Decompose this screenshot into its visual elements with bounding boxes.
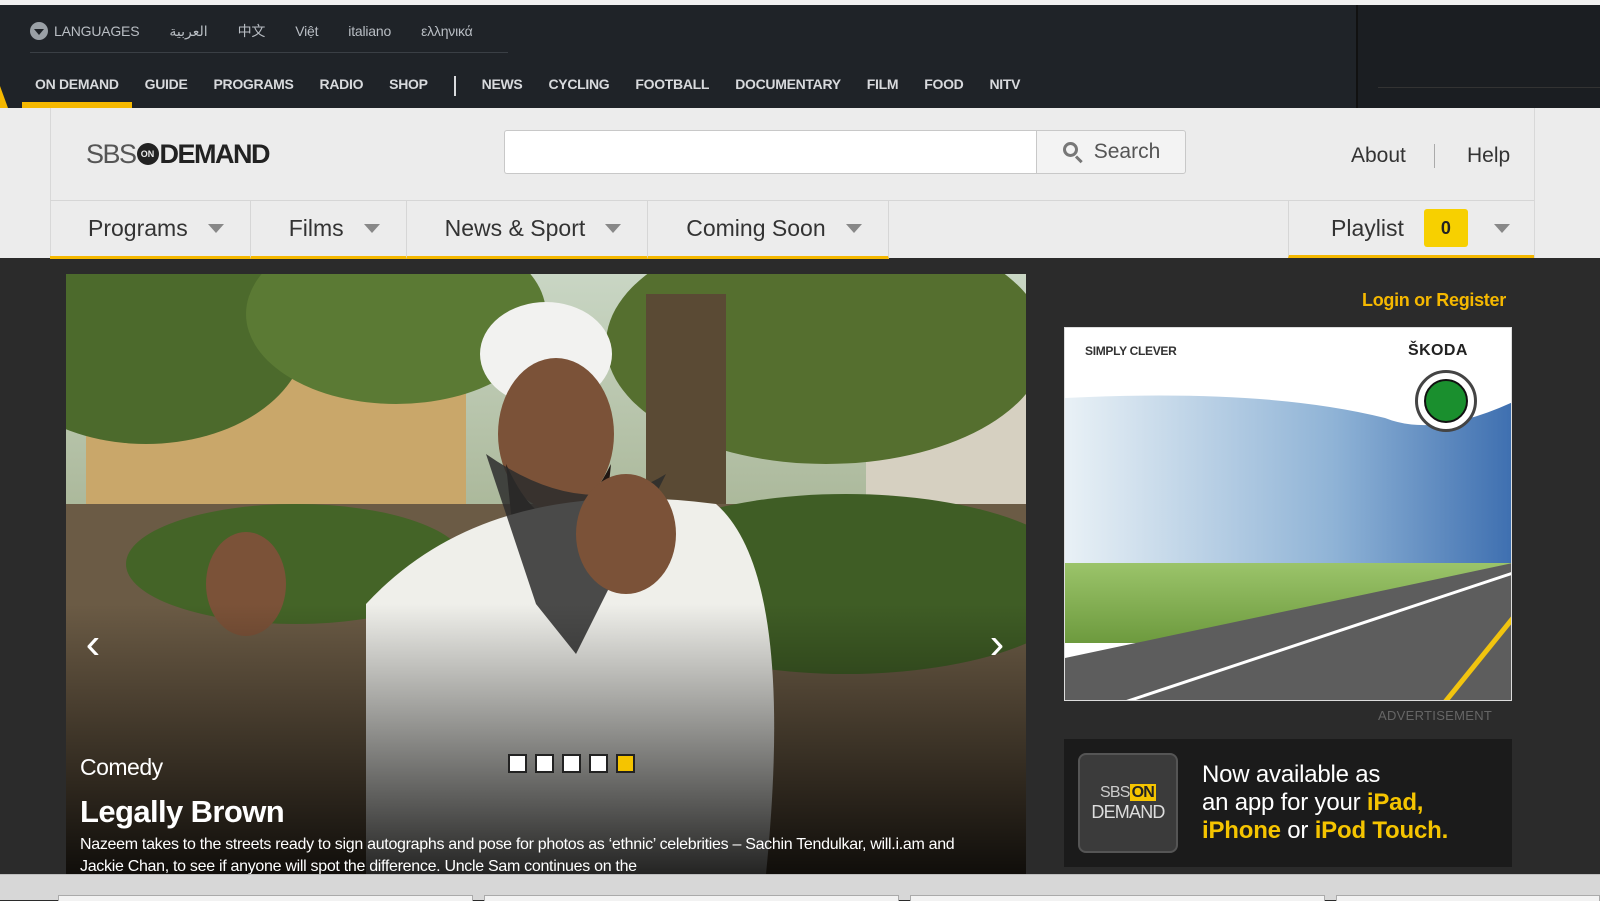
carousel-dot[interactable] bbox=[508, 754, 527, 773]
nav-food[interactable]: FOOD bbox=[911, 66, 976, 108]
top-bar-rule bbox=[1378, 87, 1600, 88]
main-nav: ON DEMAND GUIDE PROGRAMS RADIO SHOP NEWS… bbox=[22, 66, 1033, 108]
tab-coming-soon-label: Coming Soon bbox=[686, 215, 826, 241]
carousel-dots bbox=[508, 754, 635, 773]
carousel-dot[interactable] bbox=[589, 754, 608, 773]
sbs-on-demand-logo[interactable]: SBS ON DEMAND bbox=[86, 138, 271, 170]
nav-guide[interactable]: GUIDE bbox=[132, 66, 201, 108]
languages-divider bbox=[30, 52, 508, 53]
chevron-down-icon bbox=[363, 224, 380, 233]
tab-coming-soon[interactable]: Coming Soon bbox=[648, 201, 889, 259]
carousel-next-icon[interactable]: › bbox=[982, 622, 1012, 666]
nav-on-demand[interactable]: ON DEMAND bbox=[22, 66, 132, 108]
language-arabic[interactable]: العربية bbox=[169, 23, 207, 40]
nav-documentary[interactable]: DOCUMENTARY bbox=[722, 66, 854, 108]
nav-divider bbox=[453, 76, 456, 96]
app-promo-iphone: iPhone bbox=[1202, 817, 1281, 844]
advertisement-banner[interactable]: SIMPLY CLEVER ŠKODA bbox=[1064, 327, 1512, 701]
carousel-dot-active[interactable] bbox=[616, 754, 635, 773]
chevron-down-icon bbox=[845, 224, 862, 233]
nav-shop[interactable]: SHOP bbox=[376, 66, 440, 108]
skoda-logo-icon bbox=[1415, 370, 1477, 432]
bottom-panel[interactable] bbox=[484, 895, 899, 901]
header-right-rule bbox=[1534, 108, 1535, 258]
app-icon-sbs: SBS bbox=[1099, 783, 1130, 801]
language-greek[interactable]: ελληνικά bbox=[421, 23, 473, 39]
hero-description: Nazeem takes to the streets ready to sig… bbox=[80, 836, 955, 874]
logo-sbs-text: SBS bbox=[86, 138, 137, 169]
app-promo-line1: Now available as bbox=[1202, 761, 1381, 788]
playlist-label: Playlist bbox=[1331, 214, 1404, 241]
playlist-button[interactable]: Playlist 0 bbox=[1288, 200, 1534, 258]
advertisement-label: ADVERTISEMENT bbox=[1378, 708, 1493, 723]
language-vietnamese[interactable]: Việt bbox=[295, 23, 318, 39]
app-promo-line3: iPhone or iPod Touch. bbox=[1202, 817, 1502, 845]
chevron-down-icon bbox=[1493, 223, 1510, 233]
app-icon-line2: DEMAND bbox=[1091, 801, 1165, 822]
logo-demand-text: DEMAND bbox=[159, 138, 271, 169]
search-input[interactable] bbox=[504, 130, 1036, 174]
bottom-panel[interactable] bbox=[58, 895, 473, 901]
hero-title[interactable]: Legally Brown bbox=[80, 794, 285, 830]
chevron-down-icon[interactable] bbox=[30, 22, 48, 40]
corner-accent bbox=[0, 86, 8, 108]
ad-tagline: SIMPLY CLEVER bbox=[1085, 344, 1177, 358]
bottom-panels-strip bbox=[0, 874, 1600, 901]
app-icon-line1: SBS ON bbox=[1099, 783, 1157, 802]
nav-film[interactable]: FILM bbox=[854, 66, 911, 108]
search-button[interactable]: Search bbox=[1036, 130, 1186, 174]
app-promo[interactable]: SBS ON DEMAND Now available as an app for… bbox=[1064, 739, 1512, 867]
tab-news-sport-label: News & Sport bbox=[444, 215, 586, 241]
app-promo-or: or bbox=[1280, 817, 1315, 844]
playlist-count-badge: 0 bbox=[1423, 209, 1468, 247]
app-promo-line2a: an app for your bbox=[1202, 789, 1367, 816]
search-button-label: Search bbox=[1093, 140, 1161, 163]
hero-image bbox=[66, 274, 1026, 874]
chevron-down-icon bbox=[605, 224, 622, 233]
login-register-link[interactable]: Login or Register bbox=[1362, 290, 1506, 311]
languages-row: LANGUAGES العربية 中文 Việt italiano ελλην… bbox=[30, 20, 503, 42]
nav-football[interactable]: FOOTBALL bbox=[622, 66, 722, 108]
carousel-dot[interactable] bbox=[562, 754, 581, 773]
bottom-panel[interactable] bbox=[910, 895, 1325, 901]
nav-nitv[interactable]: NITV bbox=[977, 66, 1034, 108]
language-chinese[interactable]: 中文 bbox=[238, 21, 266, 41]
tab-programs-label: Programs bbox=[88, 215, 188, 241]
carousel-prev-icon[interactable]: ‹ bbox=[78, 622, 108, 666]
top-bar: LANGUAGES العربية 中文 Việt italiano ελλην… bbox=[0, 0, 1600, 108]
nav-programs[interactable]: PROGRAMS bbox=[200, 66, 306, 108]
app-promo-ipad: iPad, bbox=[1366, 789, 1424, 816]
chevron-down-icon bbox=[207, 224, 224, 233]
language-italian[interactable]: italiano bbox=[348, 23, 391, 39]
tab-films-label: Films bbox=[288, 215, 344, 241]
nav-news[interactable]: NEWS bbox=[469, 66, 536, 108]
nav-radio[interactable]: RADIO bbox=[307, 66, 377, 108]
logo-on-disc: ON bbox=[136, 143, 159, 165]
bottom-panel[interactable] bbox=[1336, 895, 1600, 901]
nav-cycling[interactable]: CYCLING bbox=[535, 66, 622, 108]
about-link[interactable]: About bbox=[1351, 144, 1406, 168]
app-icon-on: ON bbox=[1129, 783, 1157, 801]
help-link[interactable]: Help bbox=[1467, 144, 1510, 168]
site-header: SBS ON DEMAND Search About Help Programs… bbox=[0, 108, 1600, 259]
sbs-app-icon: SBS ON DEMAND bbox=[1078, 753, 1178, 853]
carousel-dot[interactable] bbox=[535, 754, 554, 773]
app-promo-ipod: iPod Touch. bbox=[1314, 817, 1449, 844]
header-link-divider bbox=[1434, 144, 1435, 168]
ad-brand: ŠKODA bbox=[1408, 342, 1468, 359]
hero-genre: Comedy bbox=[80, 754, 163, 780]
tab-programs[interactable]: Programs bbox=[50, 201, 251, 259]
app-promo-line2: an app for your iPad, bbox=[1202, 789, 1502, 817]
search-icon bbox=[1062, 141, 1084, 164]
app-promo-text: Now available as an app for your iPad, i… bbox=[1202, 761, 1502, 845]
top-bar-right-block bbox=[1356, 5, 1600, 108]
tab-films[interactable]: Films bbox=[250, 201, 407, 259]
tab-news-sport[interactable]: News & Sport bbox=[406, 201, 649, 259]
languages-label[interactable]: LANGUAGES bbox=[54, 23, 140, 39]
hero-carousel[interactable]: ‹ › Comedy Legally Brown Nazeem takes to… bbox=[66, 274, 1026, 874]
